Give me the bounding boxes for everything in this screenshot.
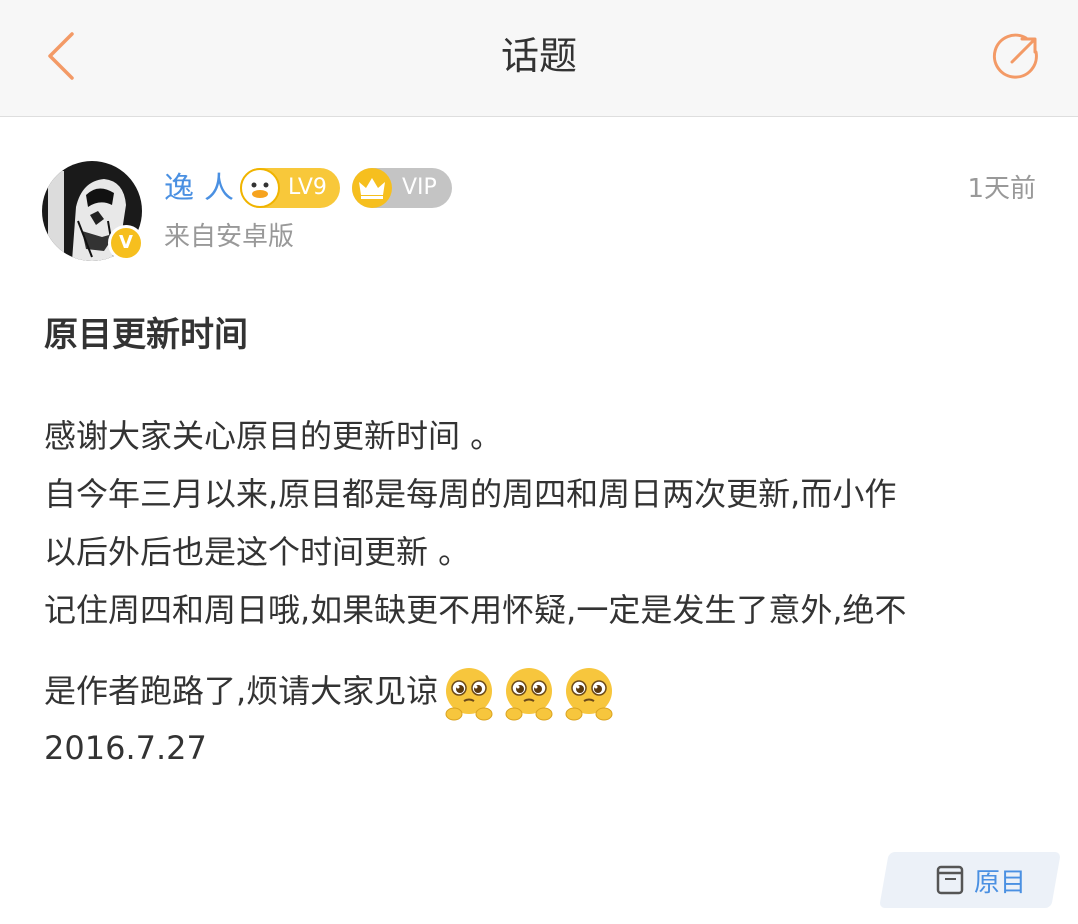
pleading-face-icon [565,668,613,721]
top-nav-bar: 话题 [0,0,1078,117]
post-title: 原目更新时间 [44,315,248,355]
pleading-face-icon [445,668,493,721]
pleading-face-icon [505,668,553,721]
post-source: 来自安卓版 [164,222,295,252]
body-line-with-emoji: 是作者跑路了,烦请大家见谅 [44,664,618,722]
level-label: LV9 [288,175,327,200]
vip-badge[interactable]: VIP [352,168,452,208]
post-time: 1天前 [967,174,1036,204]
source-comic-link[interactable]: 原目 [934,860,1026,900]
author-avatar-button[interactable]: V [42,161,144,261]
vip-label: VIP [402,175,437,200]
duck-face-icon [240,168,280,208]
post-header: V 逸人 LV9 VIP 来自安卓版 1天前 [0,117,1078,277]
book-icon [936,865,964,895]
author-name[interactable]: 逸人 [164,169,244,209]
share-arrow-icon [992,33,1038,79]
body-line: 是作者跑路了,烦请大家见谅 [44,672,439,710]
source-comic-label: 原目 [974,867,1027,898]
body-line: 记住周四和周日哦,如果缺更不用怀疑,一定是发生了意外,绝不 [44,591,907,629]
share-button[interactable] [990,30,1042,82]
body-line: 感谢大家关心原目的更新时间 。 [44,417,503,455]
crown-icon [352,168,392,208]
body-line: 以后外后也是这个时间更新 。 [44,533,471,571]
verified-badge: V [108,225,144,261]
level-badge[interactable]: LV9 [240,168,340,208]
page-title: 话题 [500,34,577,78]
post-date: 2016.7.27 [44,729,207,767]
body-line: 自今年三月以来,原目都是每周的周四和周日两次更新,而小作 [44,475,897,513]
